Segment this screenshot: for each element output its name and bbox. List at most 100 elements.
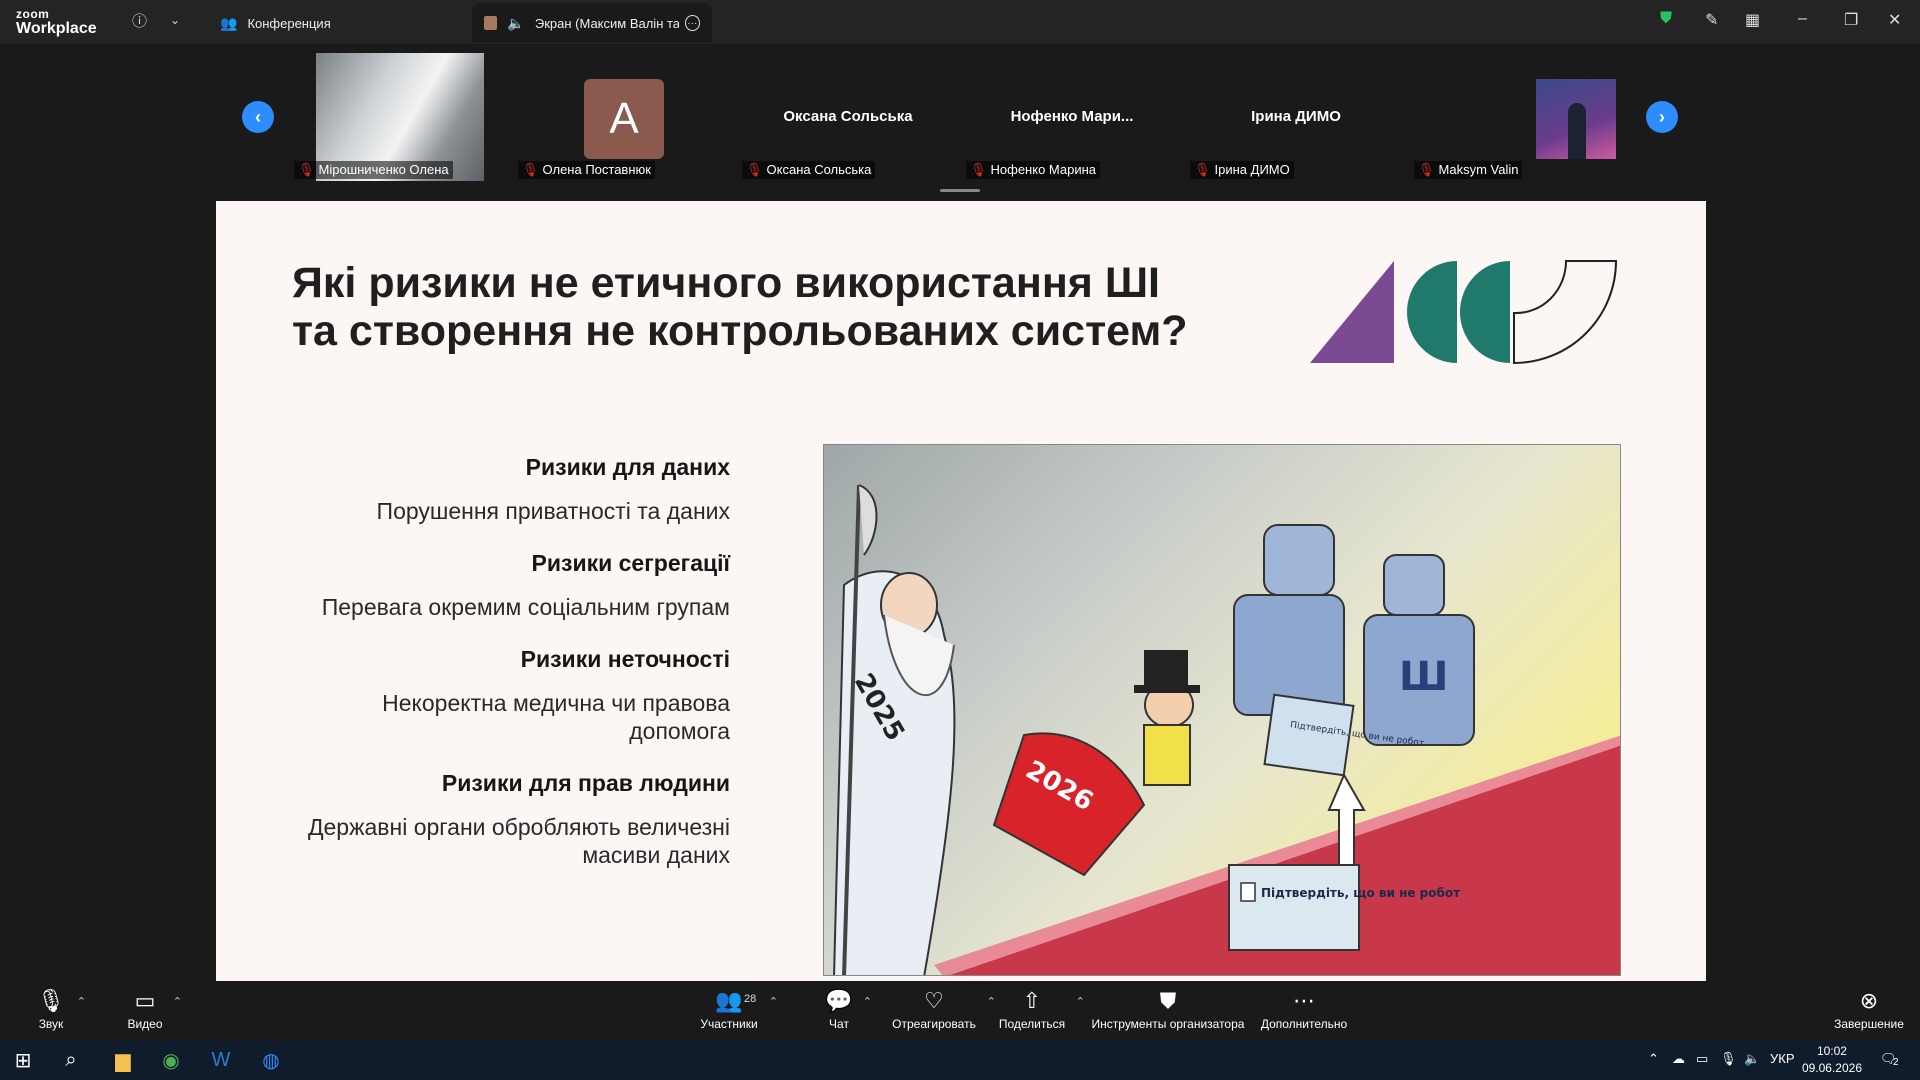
participant-name: Олена Поставнюк bbox=[542, 162, 651, 177]
caret-up-icon[interactable]: ⌃ bbox=[987, 995, 996, 1008]
prev-participants-button[interactable]: ‹ bbox=[242, 101, 274, 133]
annotate-pencil-icon[interactable]: ✎ bbox=[1705, 10, 1718, 30]
end-label: Завершение bbox=[1834, 1017, 1904, 1031]
share-label: Поделиться bbox=[998, 1017, 1066, 1031]
user-thumb-icon bbox=[484, 16, 498, 30]
zoom-logo: zoom Workplace bbox=[16, 8, 97, 37]
participants-button[interactable]: 👥 Участники ⌃ bbox=[698, 981, 778, 1039]
logo-large-text: Workplace bbox=[16, 20, 97, 37]
chat-button[interactable]: 💬 Чат ⌃ bbox=[824, 981, 872, 1039]
avatar-letter: A bbox=[609, 94, 639, 143]
video-button[interactable]: ▭ Видео ⌃ bbox=[126, 981, 182, 1039]
caret-up-icon[interactable]: ⌃ bbox=[769, 995, 778, 1008]
shield-icon: ⛊ bbox=[1159, 988, 1177, 1013]
participants-icon: 👥 bbox=[715, 988, 743, 1013]
participant-name-label: 🎙 Ірина ДИМО bbox=[1190, 161, 1294, 179]
risk-description: Порушення приватності та даних bbox=[376, 498, 730, 524]
caret-up-icon[interactable]: ⌃ bbox=[173, 995, 182, 1008]
chrome-icon[interactable]: ◉ bbox=[156, 1045, 186, 1075]
caret-up-icon[interactable]: ⌃ bbox=[863, 995, 872, 1008]
info-icon[interactable]: ⓘ bbox=[132, 10, 147, 31]
video-off-icon: ▭ bbox=[134, 988, 156, 1013]
share-screen-icon: ⇧ bbox=[1022, 988, 1042, 1013]
word-icon[interactable]: W bbox=[206, 1045, 236, 1075]
risk-description: Некоректна медична чи правова допомога bbox=[382, 690, 730, 744]
notifications-count: 2 bbox=[1893, 1057, 1899, 1068]
chat-label: Чат bbox=[829, 1017, 849, 1031]
cartoon-drawing: 2025 2026 Ш Підтвердіть, що ви не робот … bbox=[833, 484, 1620, 975]
chevron-down-icon[interactable]: ⌄ bbox=[170, 13, 180, 27]
clock-time: 10:02 bbox=[1816, 1044, 1847, 1058]
tab-screen-share[interactable]: 🔈 Экран (Максим Валін та Вас ··· bbox=[472, 3, 712, 43]
more-options-icon[interactable]: ··· bbox=[684, 15, 701, 31]
participant-name: Оксана Сольська bbox=[766, 162, 872, 177]
risk-description: Перевага окремим соціальним групам bbox=[321, 594, 730, 620]
muted-mic-icon: 🎙 bbox=[298, 162, 315, 177]
system-clock[interactable]: 10:02 09.06.2026 bbox=[1802, 1043, 1862, 1077]
react-label: Отреагировать bbox=[892, 1017, 976, 1031]
participant-center-name: Оксана Сольська bbox=[783, 108, 913, 125]
cloud-icon[interactable]: ☁ bbox=[1672, 1051, 1685, 1067]
participant-tile[interactable]: 🎙 Maksym Valin bbox=[1408, 53, 1632, 181]
captcha-big-text: Підтвердіть, що ви не робот bbox=[1261, 886, 1460, 900]
host-tools-button[interactable]: ⛊ Инструменты организатора bbox=[1088, 981, 1248, 1039]
audio-button[interactable]: 🎙 Звук ⌃ bbox=[34, 981, 86, 1039]
participant-tile[interactable]: Ірина ДИМО 🎙 Ірина ДИМО bbox=[1184, 53, 1408, 181]
participant-name: Нофенко Марина bbox=[990, 162, 1097, 177]
strip-scroll-indicator[interactable] bbox=[940, 189, 980, 192]
language-indicator[interactable]: УКР bbox=[1770, 1051, 1795, 1066]
end-button[interactable]: ⊗ Завершение bbox=[1833, 981, 1905, 1039]
participant-name: Maksym Valin bbox=[1438, 162, 1519, 177]
participant-tile[interactable]: A 🎙 Олена Поставнюк bbox=[512, 53, 736, 181]
close-icon[interactable]: ✕ bbox=[1888, 10, 1901, 30]
tray-expand-icon[interactable]: ⌃ bbox=[1648, 1051, 1659, 1067]
participant-name-label: 🎙 Мірошниченко Олена bbox=[294, 161, 453, 179]
participant-tile[interactable]: Оксана Сольська 🎙 Оксана Сольська bbox=[736, 53, 960, 181]
file-explorer-icon[interactable]: ▆ bbox=[108, 1045, 138, 1075]
participant-tile[interactable]: 🎙 Мірошниченко Олена bbox=[288, 53, 512, 181]
muted-mic-icon: 🎙 bbox=[970, 162, 987, 177]
slide-title: Які ризики не етичного використання ШІ т… bbox=[292, 259, 1188, 355]
risk-heading: Ризики сегрегації bbox=[531, 550, 730, 576]
host-tools-label: Инструменты организатора bbox=[1091, 1017, 1245, 1031]
participant-name: Ірина ДИМО bbox=[1214, 162, 1290, 177]
people-icon: 👥 bbox=[220, 14, 238, 31]
muted-mic-icon: 🎙 bbox=[1194, 162, 1211, 177]
caret-up-icon[interactable]: ⌃ bbox=[77, 995, 86, 1008]
microphone-tray-icon[interactable]: 🎙 bbox=[1720, 1051, 1737, 1067]
windows-taskbar: ⊞ ⌕ ▆ ◉ W ◍ ⌃ ☁ ▭ 🎙 🔈 УКР 10:02 09.06.20… bbox=[0, 1039, 1920, 1080]
network-icon[interactable]: ▭ bbox=[1696, 1051, 1708, 1067]
caret-up-icon[interactable]: ⌃ bbox=[1076, 995, 1085, 1008]
robot-letter: Ш bbox=[1399, 654, 1448, 700]
security-shield-icon[interactable]: ⛊ bbox=[1660, 10, 1672, 28]
muted-mic-icon: 🎙 bbox=[522, 162, 539, 177]
video-label: Видео bbox=[127, 1017, 163, 1031]
participant-center-name: Нофенко Мари... bbox=[1010, 108, 1134, 125]
zoom-app-icon[interactable]: ◍ bbox=[256, 1045, 286, 1075]
avatar: A bbox=[584, 79, 664, 159]
tab-conference[interactable]: 👥 Конференция bbox=[208, 3, 343, 43]
restore-icon[interactable]: ❐ bbox=[1844, 10, 1858, 30]
minimize-icon[interactable]: – bbox=[1798, 10, 1807, 28]
tab-screen-label: Экран (Максим Валін та Вас bbox=[534, 15, 679, 31]
search-icon[interactable]: ⌕ bbox=[56, 1045, 86, 1075]
volume-icon[interactable]: 🔈 bbox=[1744, 1051, 1760, 1067]
more-label: Дополнительно bbox=[1260, 1017, 1348, 1031]
more-button[interactable]: ⋯ Дополнительно bbox=[1259, 981, 1349, 1039]
risk-description: Державні органи обробляють величезні мас… bbox=[307, 814, 730, 868]
audio-label: Звук bbox=[38, 1017, 64, 1031]
muted-mic-icon: 🎙 bbox=[746, 162, 763, 177]
brand-logo bbox=[1310, 260, 1618, 365]
share-button[interactable]: ⇧ Поделиться ⌃ bbox=[997, 981, 1085, 1039]
shared-slide: Які ризики не етичного використання ШІ т… bbox=[216, 201, 1706, 981]
next-participants-button[interactable]: › bbox=[1646, 101, 1678, 133]
chat-icon: 💬 bbox=[825, 988, 853, 1013]
participant-center-name: Ірина ДИМО bbox=[1251, 108, 1341, 125]
gallery-view-icon[interactable]: ▦ bbox=[1745, 10, 1760, 30]
react-button[interactable]: ♡ Отреагировать ⌃ bbox=[890, 981, 996, 1039]
windows-start-icon[interactable]: ⊞ bbox=[8, 1045, 38, 1075]
participant-video bbox=[1536, 79, 1616, 159]
participant-name-label: 🎙 Maksym Valin bbox=[1414, 161, 1523, 179]
participant-tile[interactable]: Нофенко Мари... 🎙 Нофенко Марина bbox=[960, 53, 1184, 181]
speaker-icon: 🔈 bbox=[507, 14, 525, 31]
